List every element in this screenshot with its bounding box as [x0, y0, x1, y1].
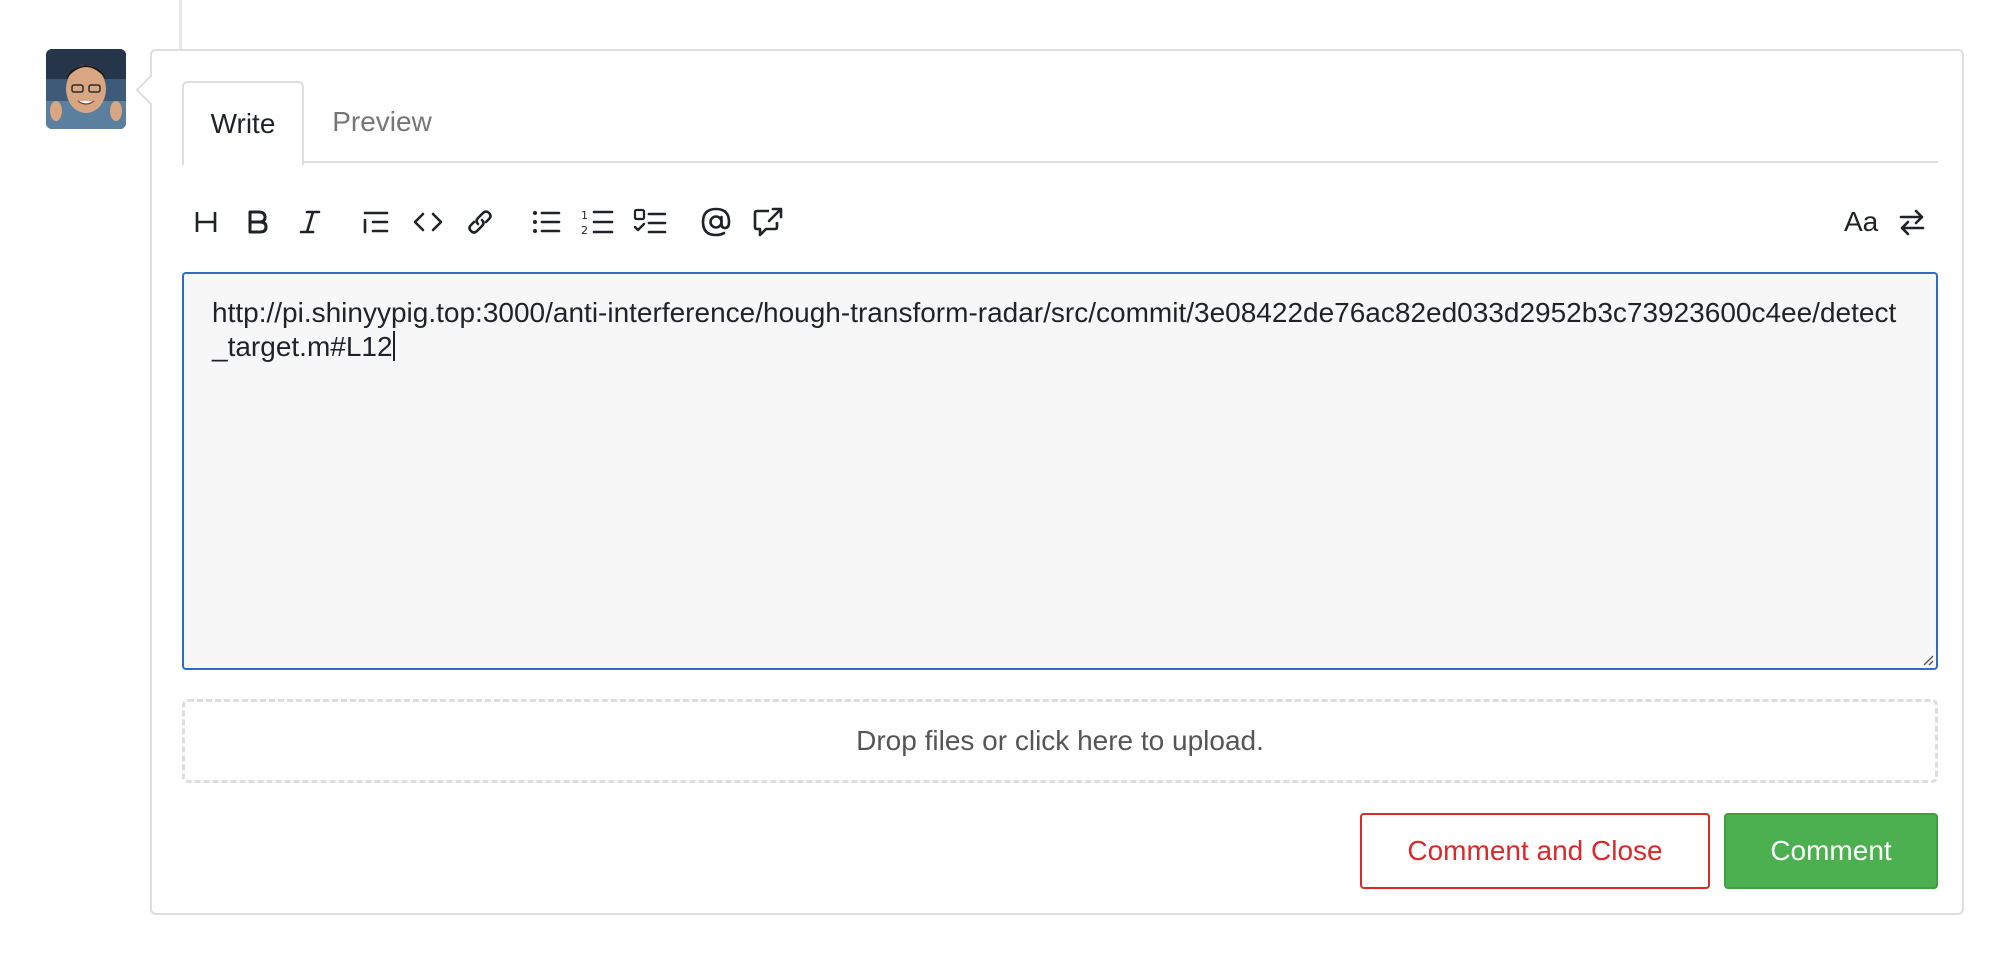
mention-button[interactable]: [696, 196, 736, 248]
task-list-button[interactable]: [630, 196, 670, 248]
text-style-icon: Aa: [1844, 208, 1879, 236]
text-caret: [392, 331, 395, 361]
comment-box-pointer: [135, 74, 167, 106]
switch-editor-button[interactable]: [1892, 196, 1932, 248]
quote-button[interactable]: [356, 196, 396, 248]
numbered-list-button[interactable]: 1 2: [578, 196, 618, 248]
code-icon: [413, 212, 443, 232]
timeline-line: [179, 0, 182, 50]
heading-button[interactable]: [186, 196, 226, 248]
comment-and-close-button[interactable]: Comment and Close: [1360, 813, 1710, 889]
bullet-list-icon: [533, 211, 561, 233]
heading-icon: [195, 212, 217, 232]
svg-text:2: 2: [581, 224, 588, 237]
link-icon: [468, 210, 492, 234]
comment-textarea[interactable]: http://pi.shinyypig.top:3000/anti-interf…: [182, 272, 1938, 670]
bullet-list-button[interactable]: [526, 196, 566, 248]
cross-reference-icon: [753, 207, 783, 237]
switch-editor-icon: [1899, 209, 1925, 236]
tab-preview[interactable]: Preview: [322, 81, 442, 163]
file-upload-dropzone[interactable]: Drop files or click here to upload.: [182, 699, 1938, 783]
comment-button[interactable]: Comment: [1724, 813, 1938, 889]
italic-button[interactable]: [290, 196, 330, 248]
link-button[interactable]: [460, 196, 500, 248]
upload-label: Drop files or click here to upload.: [856, 725, 1264, 756]
cross-reference-button[interactable]: [748, 196, 788, 248]
svg-text:Aa: Aa: [1844, 208, 1879, 236]
comment-label: Comment: [1770, 835, 1892, 866]
bold-icon: [248, 210, 268, 234]
comment-form: Write Preview 1 2 Aa http://pi.shinyypig…: [135, 49, 1964, 915]
avatar[interactable]: [46, 49, 126, 129]
task-list-icon: [633, 208, 667, 234]
tab-write[interactable]: Write: [182, 81, 304, 165]
code-button[interactable]: [408, 196, 448, 248]
markdown-toolbar: 1 2 Aa: [182, 196, 1938, 248]
resize-handle-icon[interactable]: [1920, 652, 1934, 666]
mention-icon: [701, 207, 731, 237]
editor-tabs: Write Preview: [182, 81, 1938, 165]
comment-and-close-label: Comment and Close: [1407, 835, 1663, 866]
text-style-button[interactable]: Aa: [1840, 196, 1884, 248]
user-photo-icon: [46, 49, 126, 129]
quote-icon: [363, 211, 389, 234]
comment-form-page: Write Preview 1 2 Aa http://pi.shinyypig…: [0, 0, 2000, 960]
italic-icon: [299, 210, 321, 234]
bold-button[interactable]: [238, 196, 278, 248]
svg-text:1: 1: [581, 209, 588, 222]
numbered-list-icon: 1 2: [581, 209, 614, 237]
comment-textarea-value: http://pi.shinyypig.top:3000/anti-interf…: [212, 297, 1897, 362]
